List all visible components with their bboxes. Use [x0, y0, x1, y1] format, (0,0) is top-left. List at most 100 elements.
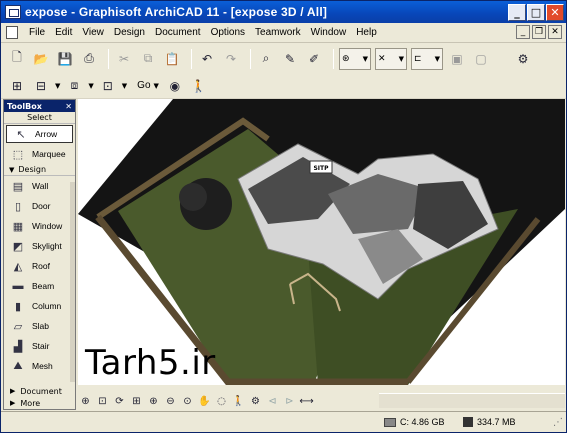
redo-icon[interactable]: ↷ — [221, 49, 241, 69]
next-zoom-icon[interactable]: ⊳ — [282, 394, 297, 408]
go-label[interactable]: Go — [137, 80, 150, 91]
chevron-down-icon[interactable]: ▼ — [88, 82, 93, 90]
print-icon[interactable]: ⎙ — [79, 49, 99, 69]
ungroup-icon[interactable]: ▢ — [471, 49, 491, 69]
slab-icon: ▱ — [13, 320, 23, 333]
save-icon[interactable]: 💾 — [55, 49, 75, 69]
chevron-down-icon: ▼ — [398, 54, 404, 63]
window-title: expose - Graphisoft ArchiCAD 11 - [expos… — [25, 5, 328, 19]
tool-door[interactable]: ▯ Door — [4, 196, 75, 216]
settings-gear-icon[interactable]: ⚙ — [513, 49, 533, 69]
tool-slab[interactable]: ▱ Slab — [4, 316, 75, 336]
paste-icon[interactable]: 📋 — [162, 49, 182, 69]
previous-zoom-icon[interactable]: ⊲ — [265, 394, 280, 408]
mdi-minimize-button[interactable]: _ — [516, 25, 530, 39]
mdi-restore-button[interactable]: ❐ — [532, 25, 546, 39]
mdi-close-button[interactable]: ✕ — [548, 25, 562, 39]
tool-skylight[interactable]: ◩ Skylight — [4, 236, 75, 256]
tool-window[interactable]: ▦ Window — [4, 216, 75, 236]
orbit-icon[interactable]: ◌ — [214, 394, 229, 408]
layer-settings-icon[interactable]: ⊞ — [7, 76, 27, 96]
tool-beam[interactable]: ▬ Beam — [4, 276, 75, 296]
archicad-app-icon[interactable] — [5, 5, 21, 19]
zoom-in-icon[interactable]: ⊕ — [146, 394, 161, 408]
more-section-toggle[interactable]: ▶ More — [4, 397, 75, 409]
resize-grip-icon[interactable]: ⋰ — [553, 417, 563, 428]
cut-icon[interactable]: ✂ — [114, 49, 134, 69]
gravity-dropdown[interactable]: ⊛ ▼ — [339, 47, 371, 70]
close-button[interactable]: ✕ — [546, 4, 564, 21]
3d-window-icon[interactable]: ◉ — [165, 76, 185, 96]
menu-options[interactable]: Options — [206, 27, 250, 38]
pick-up-eyedropper-icon[interactable]: ✎ — [280, 49, 300, 69]
maximize-button[interactable]: □ — [527, 4, 545, 21]
stair-icon: ▟ — [13, 340, 23, 353]
document-menu-icon[interactable] — [6, 26, 18, 39]
toolbox-close-icon[interactable]: ✕ — [65, 102, 72, 111]
floor-plan-icon[interactable]: ⊟ — [31, 76, 51, 96]
layer-display-dropdown[interactable]: ⊏ ▼ — [411, 47, 443, 70]
menu-document[interactable]: Document — [150, 27, 206, 38]
tool-stair[interactable]: ▟ Stair — [4, 336, 75, 356]
standard-toolbar: 🗋 📂 💾 ⎙ ✂ ⧉ 📋 ↶ ↷ ⌕ ✎ ✐ ⊛ ▼ ✕ ▼ ⊏ ▼ ▣ ▢ ⚙ — [1, 44, 566, 74]
mesh-icon: ⛰ — [13, 359, 23, 372]
walk-navigator-icon[interactable]: 🚶 — [189, 76, 209, 96]
title-bar[interactable]: expose - Graphisoft ArchiCAD 11 - [expos… — [1, 1, 566, 23]
section-icon[interactable]: ⧈ — [64, 76, 84, 96]
chevron-down-icon[interactable]: ▼ — [122, 82, 127, 90]
chevron-down-icon: ▼ — [434, 54, 440, 63]
menu-design[interactable]: Design — [109, 27, 150, 38]
tool-label: Marquee — [32, 149, 66, 159]
group-icon[interactable]: ▣ — [447, 49, 467, 69]
new-file-icon[interactable]: 🗋 — [7, 49, 27, 69]
tool-label: Mesh — [32, 361, 53, 371]
tool-column[interactable]: ▮ Column — [4, 296, 75, 316]
tool-label: Stair — [32, 341, 50, 351]
elevation-icon[interactable]: ⊡ — [98, 76, 118, 96]
undo-icon[interactable]: ↶ — [197, 49, 217, 69]
navigation-settings-icon[interactable]: ⚙ — [248, 394, 263, 408]
menu-help[interactable]: Help — [351, 27, 382, 38]
design-section-header[interactable]: ▼ Design — [4, 164, 75, 176]
fit-in-window-icon[interactable]: ⊙ — [180, 394, 195, 408]
disk-icon — [384, 417, 396, 427]
more-section-label: More — [20, 398, 41, 408]
horizontal-scrollbar[interactable] — [379, 393, 565, 408]
chevron-down-icon[interactable]: ▼ — [55, 82, 60, 90]
zoom-out-icon[interactable]: ⊖ — [163, 394, 178, 408]
zoom-area-icon[interactable]: ⊞ — [129, 394, 144, 408]
rotate-view-icon[interactable]: ⟳ — [112, 394, 127, 408]
find-select-icon[interactable]: ⌕ — [256, 49, 276, 69]
door-icon: ▯ — [14, 200, 22, 213]
document-section-toggle[interactable]: ▶ Document — [4, 385, 75, 397]
tool-arrow[interactable]: ↖ Arrow — [6, 125, 73, 143]
menu-view[interactable]: View — [77, 27, 109, 38]
menu-edit[interactable]: Edit — [50, 27, 77, 38]
chevron-down-icon[interactable]: ▼ — [154, 82, 159, 90]
pan-hand-icon[interactable]: ✋ — [197, 394, 212, 408]
toolbox-header[interactable]: ToolBox ✕ — [4, 100, 75, 112]
menu-file[interactable]: File — [24, 27, 50, 38]
minimize-button[interactable]: _ — [508, 4, 526, 21]
open-file-icon[interactable]: 📂 — [31, 49, 51, 69]
inject-syringe-icon[interactable]: ✐ — [304, 49, 324, 69]
tool-roof[interactable]: ◭ Roof — [4, 256, 75, 276]
marquee-icon: ⬚ — [12, 148, 24, 161]
view-settings-icon[interactable]: ⊕ — [78, 394, 93, 408]
tool-label: Beam — [32, 281, 55, 291]
navigation-toolbar: ⊕ ⊡ ⟳ ⊞ ⊕ ⊖ ⊙ ✋ ◌ 🚶 ⚙ ⊲ ⊳ ⟷ — [78, 393, 378, 409]
tool-marquee[interactable]: ⬚ Marquee — [4, 144, 75, 164]
projection-icon[interactable]: ⊡ — [95, 394, 110, 408]
toolbox-scrollbar[interactable] — [70, 182, 75, 382]
tool-label: Slab — [32, 321, 50, 331]
copy-icon[interactable]: ⧉ — [138, 49, 158, 69]
tool-mesh[interactable]: ⛰ Mesh — [4, 356, 75, 376]
distance-icon[interactable]: ⟷ — [299, 394, 314, 408]
menu-window[interactable]: Window — [306, 27, 352, 38]
menu-teamwork[interactable]: Teamwork — [250, 27, 306, 38]
trace-dropdown[interactable]: ✕ ▼ — [375, 47, 407, 70]
tool-wall[interactable]: ▤ Wall — [4, 176, 75, 196]
select-section-header: Select — [4, 112, 75, 124]
tree-canopy — [179, 183, 207, 211]
explore-walk-icon[interactable]: 🚶 — [231, 394, 246, 408]
